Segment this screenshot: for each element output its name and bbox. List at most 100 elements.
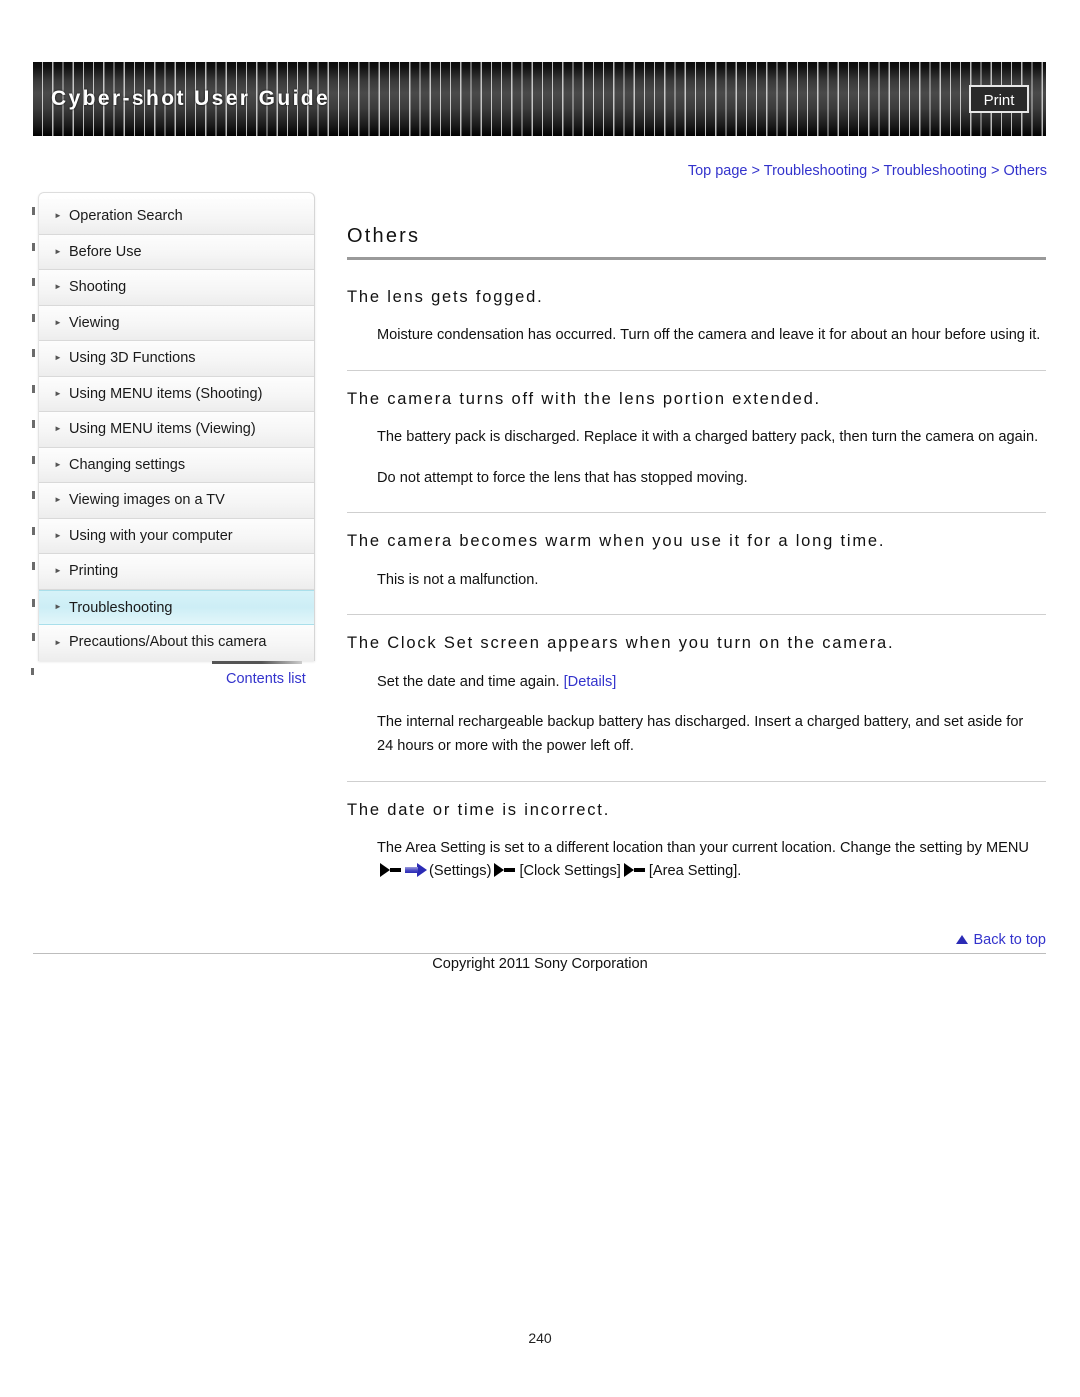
section-rule: [347, 780, 1046, 782]
sidebar-item-using-3d-functions[interactable]: ► Using 3D Functions: [32, 341, 314, 377]
contents-list-link[interactable]: Contents list: [226, 671, 306, 687]
sidebar-item-label: Using MENU items (Shooting): [69, 385, 263, 402]
sidebar-item-label: Before Use: [69, 243, 142, 260]
sidebar-item-label: Troubleshooting: [69, 599, 173, 616]
chevron-right-icon: ►: [54, 424, 62, 434]
chevron-right-icon: ►: [54, 246, 62, 256]
sidebar-item-label: Changing settings: [69, 456, 186, 473]
chevron-right-icon: ►: [54, 388, 62, 398]
breadcrumb-item-top-page[interactable]: Top page: [688, 163, 748, 179]
chevron-right-icon: ►: [54, 566, 62, 576]
sidebar-item-label: Using with your computer: [69, 527, 233, 544]
breadcrumb-item-troubleshooting-2[interactable]: Troubleshooting: [884, 163, 987, 179]
footer-rule: [33, 953, 1046, 954]
section-heading: The lens gets fogged.: [347, 288, 544, 306]
breadcrumb-item-others[interactable]: Others: [1003, 163, 1047, 179]
arrow-right-blue-icon: [405, 863, 427, 878]
sidebar-tick-marker: [32, 207, 35, 215]
details-link[interactable]: [Details]: [564, 674, 617, 690]
menu-path-step-settings: (Settings): [429, 863, 492, 880]
paragraph: Moisture condensation has occurred. Turn…: [377, 327, 1041, 344]
section-camera-becomes-warm: The camera becomes warm when you use it …: [347, 512, 1046, 614]
app-title: Cyber-shot User Guide: [51, 87, 331, 110]
sidebar-tick-marker: [32, 278, 35, 286]
section-body: The battery pack is discharged. Replace …: [347, 426, 1046, 512]
chevron-right-icon: ►: [54, 211, 62, 221]
section-camera-turns-off: The camera turns off with the lens porti…: [347, 369, 1046, 513]
sidebar-item-label: Using MENU items (Viewing): [69, 421, 256, 437]
sidebar-item-label: Shooting: [69, 279, 127, 295]
sidebar-item-label: Viewing: [69, 314, 120, 331]
paragraph: Do not attempt to force the lens that ha…: [377, 469, 748, 486]
section-rule: [347, 614, 1046, 616]
page-title: Others: [347, 225, 421, 247]
sidebar-tick-marker: [32, 455, 35, 464]
page-number: 240: [528, 1330, 552, 1346]
paragraph-menu-path: The Area Setting is set to a different l…: [377, 837, 1042, 884]
sidebar-tick-marker: [32, 313, 35, 322]
paragraph: Set the date and time again. [Details]: [377, 671, 1042, 695]
sidebar-item-troubleshooting[interactable]: ► Troubleshooting: [32, 589, 314, 625]
arrow-right-black-icon: [623, 863, 646, 878]
main-content: Others The lens gets fogged. Moisture co…: [347, 225, 1046, 906]
back-to-top-label: Back to top: [973, 932, 1046, 948]
sidebar-tick-marker: [32, 633, 35, 641]
section-body: This is not a malfunction.: [347, 569, 1046, 615]
sidebar-item-printing[interactable]: ► Printing: [32, 554, 314, 590]
section-body: Moisture condensation has occurred. Turn…: [347, 324, 1046, 370]
sidebar-tick-marker: [32, 598, 35, 607]
section-heading: The camera turns off with the lens porti…: [347, 389, 821, 408]
sidebar-item-precautions-about-this-camera[interactable]: ► Precautions/About this camera: [32, 625, 314, 661]
sidebar-tick-marker: [32, 384, 35, 393]
section-rule: [347, 369, 1046, 371]
paragraph: The battery pack is discharged. Replace …: [377, 429, 1039, 446]
chevron-right-icon: ►: [54, 317, 62, 327]
chevron-right-icon: ►: [54, 495, 62, 505]
sidebar-item-label: Using 3D Functions: [69, 350, 196, 366]
breadcrumb-item-troubleshooting[interactable]: Troubleshooting: [764, 163, 867, 179]
sidebar: ► Operation Search ► Before Use ► Shooti…: [32, 192, 315, 661]
sidebar-item-changing-settings[interactable]: ► Changing settings: [32, 447, 314, 483]
paragraph-text: Set the date and time again.: [377, 673, 560, 690]
section-heading: The Clock Set screen appears when you tu…: [347, 634, 895, 653]
paragraph: This is not a malfunction.: [377, 571, 539, 588]
section-date-or-time-incorrect: The date or time is incorrect. The Area …: [347, 780, 1046, 907]
sidebar-tick-marker: [32, 349, 35, 357]
sidebar-tick-marker: [32, 420, 35, 428]
sidebar-panel: ► Operation Search ► Before Use ► Shooti…: [32, 192, 315, 661]
menu-path-step-clock-settings: [Clock Settings]: [519, 863, 621, 880]
section-clock-set-screen: The Clock Set screen appears when you tu…: [347, 614, 1046, 780]
sidebar-item-viewing[interactable]: ► Viewing: [32, 305, 314, 341]
sidebar-item-label: Viewing images on a TV: [69, 492, 225, 508]
sidebar-item-label: Operation Search: [69, 208, 183, 224]
arrow-right-black-icon: [380, 863, 402, 878]
section-heading: The camera becomes warm when you use it …: [347, 532, 886, 551]
breadcrumb-separator: >: [990, 163, 1000, 179]
sidebar-tick-marker: [32, 562, 35, 570]
sidebar-item-using-menu-items-viewing[interactable]: ► Using MENU items (Viewing): [32, 412, 314, 448]
paragraph: The internal rechargeable backup battery…: [377, 714, 1024, 754]
sidebar-item-label: Printing: [69, 563, 119, 579]
sidebar-item-operation-search[interactable]: ► Operation Search: [32, 199, 314, 235]
breadcrumb-separator: >: [871, 163, 880, 179]
sidebar-item-using-menu-items-shooting[interactable]: ► Using MENU items (Shooting): [32, 376, 314, 412]
sidebar-item-before-use[interactable]: ► Before Use: [32, 234, 314, 270]
section-body: Set the date and time again. [Details] T…: [347, 671, 1046, 781]
back-to-top-link[interactable]: Back to top: [956, 932, 1046, 948]
chevron-right-icon: ►: [54, 353, 62, 363]
menu-path-lead-text: The Area Setting is set to a different l…: [377, 839, 1029, 856]
chevron-right-icon: ►: [54, 459, 62, 469]
title-rule: [347, 257, 1046, 260]
breadcrumb: Top page > Troubleshooting > Troubleshoo…: [688, 163, 1047, 179]
copyright-text: Copyright 2011 Sony Corporation: [432, 956, 648, 972]
section-rule: [347, 512, 1046, 514]
chevron-right-icon: ►: [54, 602, 62, 612]
sidebar-tick-marker: [32, 526, 35, 535]
print-button[interactable]: Print: [969, 85, 1029, 113]
chevron-right-icon: ►: [54, 530, 62, 540]
sidebar-bottom-tick-marker: [31, 668, 34, 675]
sidebar-item-shooting[interactable]: ► Shooting: [32, 270, 314, 306]
sidebar-item-viewing-images-on-a-tv[interactable]: ► Viewing images on a TV: [32, 483, 314, 519]
back-to-top-row: Back to top: [347, 932, 1046, 958]
sidebar-item-using-with-your-computer[interactable]: ► Using with your computer: [32, 518, 314, 554]
